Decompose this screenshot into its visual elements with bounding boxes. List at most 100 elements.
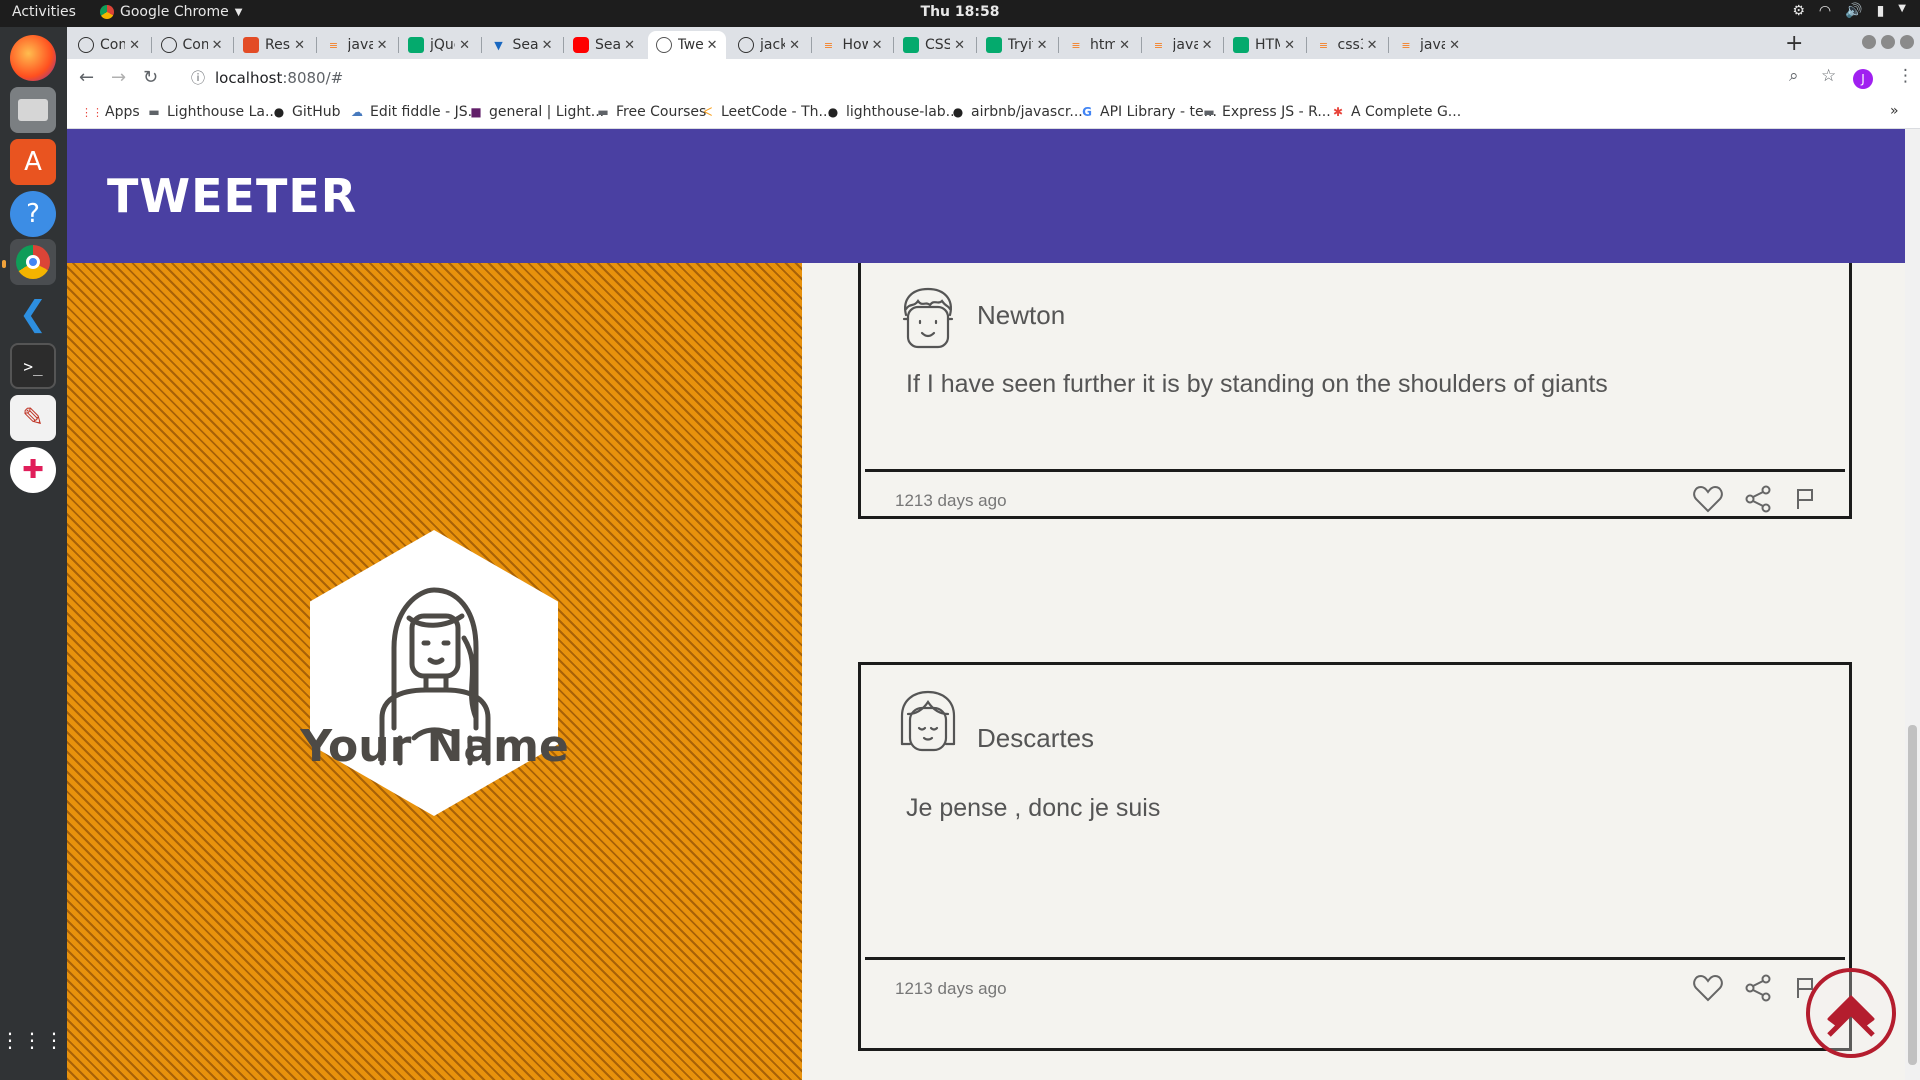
close-tab-icon[interactable]: ✕: [789, 38, 800, 53]
browser-tab[interactable]: Sea o✕: [565, 31, 643, 59]
browser-tab[interactable]: ≡javas✕: [318, 31, 396, 59]
terminal-icon[interactable]: >_: [10, 343, 56, 389]
zoom-icon[interactable]: ⌕: [1789, 66, 1799, 86]
tab-title: Sea o: [595, 37, 621, 53]
browser-tab[interactable]: jQue ✕: [400, 31, 478, 59]
url-text[interactable]: localhost:8080/#: [215, 69, 343, 87]
tab-title: javas: [1420, 37, 1446, 53]
bookmark-label: Free Courses: [616, 104, 707, 120]
clock[interactable]: Thu 18:58: [0, 4, 1920, 20]
browser-tab[interactable]: ≡javas✕: [1390, 31, 1468, 59]
bookmark-star-icon[interactable]: ☆: [1821, 66, 1836, 86]
leetcode-icon: ᐸ: [703, 105, 713, 119]
browser-tab[interactable]: Comp ✕: [70, 31, 148, 59]
tab-separator: [1058, 37, 1059, 53]
dock: A ? ❮ >_ ✎ ✚ ⋮⋮⋮: [0, 27, 67, 1080]
close-tab-icon[interactable]: ✕: [1037, 38, 1048, 53]
new-tab-button[interactable]: +: [1785, 31, 1803, 56]
system-tray[interactable]: ⚙ ◠ 🔊 ▮ ▼: [1792, 3, 1906, 19]
maximize-icon[interactable]: [1881, 35, 1895, 49]
browser-tab[interactable]: ≡ How ✕: [813, 31, 891, 59]
close-tab-icon[interactable]: ✕: [1202, 38, 1213, 53]
browser-tab[interactable]: CSS C✕: [895, 31, 973, 59]
like-icon[interactable]: [1692, 483, 1724, 515]
close-tab-icon[interactable]: ✕: [377, 38, 388, 53]
scrollbar-thumb[interactable]: [1908, 725, 1917, 1065]
close-tab-icon[interactable]: ✕: [624, 38, 635, 53]
folder-icon: ▬: [1203, 105, 1215, 119]
menu-icon[interactable]: ⋮: [1897, 66, 1914, 86]
close-tab-icon[interactable]: ✕: [954, 38, 965, 53]
page-scrollbar[interactable]: [1905, 129, 1920, 1080]
bookmark-item[interactable]: ▬ Free Courses: [596, 104, 706, 120]
bookmark-item[interactable]: ▬ Express JS - R...: [1202, 104, 1330, 120]
bookmark-label: Apps: [105, 104, 140, 120]
chrome-icon[interactable]: [10, 239, 56, 285]
bookmark-item[interactable]: ⋮⋮ Apps: [81, 104, 140, 120]
bookmark-item[interactable]: ■ general | Light...: [469, 104, 604, 120]
browser-tab[interactable]: Comp ✕: [153, 31, 231, 59]
close-tab-icon[interactable]: ✕: [1449, 38, 1460, 53]
browser-tab[interactable]: jacks✕: [730, 31, 808, 59]
tweet-author: Newton: [977, 300, 1066, 330]
tab-separator: [1140, 37, 1142, 53]
close-tab-icon[interactable]: ✕: [1119, 38, 1130, 53]
bookmark-item[interactable]: ✱ A Complete G...: [1331, 104, 1461, 120]
more-bookmarks-icon[interactable]: »: [1890, 103, 1899, 119]
close-tab-icon[interactable]: ✕: [872, 38, 883, 53]
help-icon[interactable]: ?: [10, 191, 56, 237]
files-icon[interactable]: [10, 87, 56, 133]
text-editor-icon[interactable]: ✎: [10, 395, 56, 441]
bookmark-item[interactable]: ● airbnb/javascr...: [951, 104, 1083, 120]
browser-tab[interactable]: ≡ css3 ✕: [1308, 31, 1386, 59]
tab-title: Comp: [182, 37, 208, 53]
vscode-icon[interactable]: ❮: [10, 291, 56, 337]
scroll-to-top-button[interactable]: [1806, 968, 1896, 1058]
close-tab-icon[interactable]: ✕: [1284, 38, 1295, 53]
firefox-icon[interactable]: [10, 35, 56, 81]
browser-tab[interactable]: Tryit ✕: [978, 31, 1056, 59]
close-tab-icon[interactable]: ✕: [1367, 38, 1378, 53]
close-tab-icon[interactable]: ✕: [707, 38, 718, 53]
w3schools-icon: [903, 37, 919, 53]
share-icon[interactable]: [1742, 483, 1774, 515]
browser-tab[interactable]: HTML ✕: [1225, 31, 1303, 59]
like-icon[interactable]: [1692, 972, 1724, 1004]
back-icon[interactable]: ←: [79, 67, 94, 88]
profile-avatar[interactable]: J: [1853, 69, 1873, 89]
reload-icon[interactable]: ↻: [143, 67, 158, 88]
forward-icon[interactable]: →: [111, 67, 126, 88]
browser-tab[interactable]: ▼ Searc ✕: [483, 31, 561, 59]
bookmark-item[interactable]: ᐸ LeetCode - Th...: [701, 104, 832, 120]
close-tab-icon[interactable]: ✕: [459, 38, 470, 53]
close-tab-icon[interactable]: ✕: [294, 38, 305, 53]
flag-icon[interactable]: [1789, 483, 1821, 515]
bookmark-label: A Complete G...: [1351, 104, 1462, 120]
site-info-icon[interactable]: ⓘ: [191, 68, 205, 88]
tab-strip: Comp✕Comp✕Resp✕≡javas✕jQue✕▼Searc✕Sea o✕…: [67, 27, 1920, 59]
apps-grid-icon: ⋮⋮: [81, 105, 103, 119]
show-applications-icon[interactable]: ⋮⋮⋮: [0, 1017, 64, 1063]
system-top-bar: Activities Google Chrome ▼ Thu 18:58 ⚙ ◠…: [0, 0, 1920, 27]
brand-logo[interactable]: TWEETER: [107, 169, 357, 223]
close-tab-icon[interactable]: ✕: [129, 38, 140, 53]
software-center-icon[interactable]: A: [10, 139, 56, 185]
close-tab-icon[interactable]: ✕: [542, 38, 553, 53]
bookmark-item[interactable]: ● lighthouse-lab...: [826, 104, 959, 120]
bookmark-item[interactable]: ☁ Edit fiddle - JS...: [350, 104, 481, 120]
slack-icon[interactable]: ✚: [10, 447, 56, 493]
address-bar[interactable]: ⓘ localhost:8080/#: [177, 63, 1837, 93]
bookmark-item[interactable]: G API Library - te...: [1080, 104, 1217, 120]
user-avatar: [310, 530, 558, 816]
browser-tab[interactable]: ≡ html✕: [1060, 31, 1138, 59]
share-icon[interactable]: [1742, 972, 1774, 1004]
close-icon[interactable]: [1900, 35, 1914, 49]
browser-tab[interactable]: Resp✕: [235, 31, 313, 59]
minimize-icon[interactable]: [1862, 35, 1876, 49]
browser-tab[interactable]: ≡javas✕: [1143, 31, 1221, 59]
browser-tab[interactable]: Twee ✕: [647, 31, 726, 59]
bookmark-item[interactable]: ▬ Lighthouse La...: [147, 104, 278, 120]
close-tab-icon[interactable]: ✕: [212, 38, 223, 53]
google-icon: G: [1082, 105, 1092, 119]
bookmark-item[interactable]: ● GitHub: [272, 104, 341, 120]
